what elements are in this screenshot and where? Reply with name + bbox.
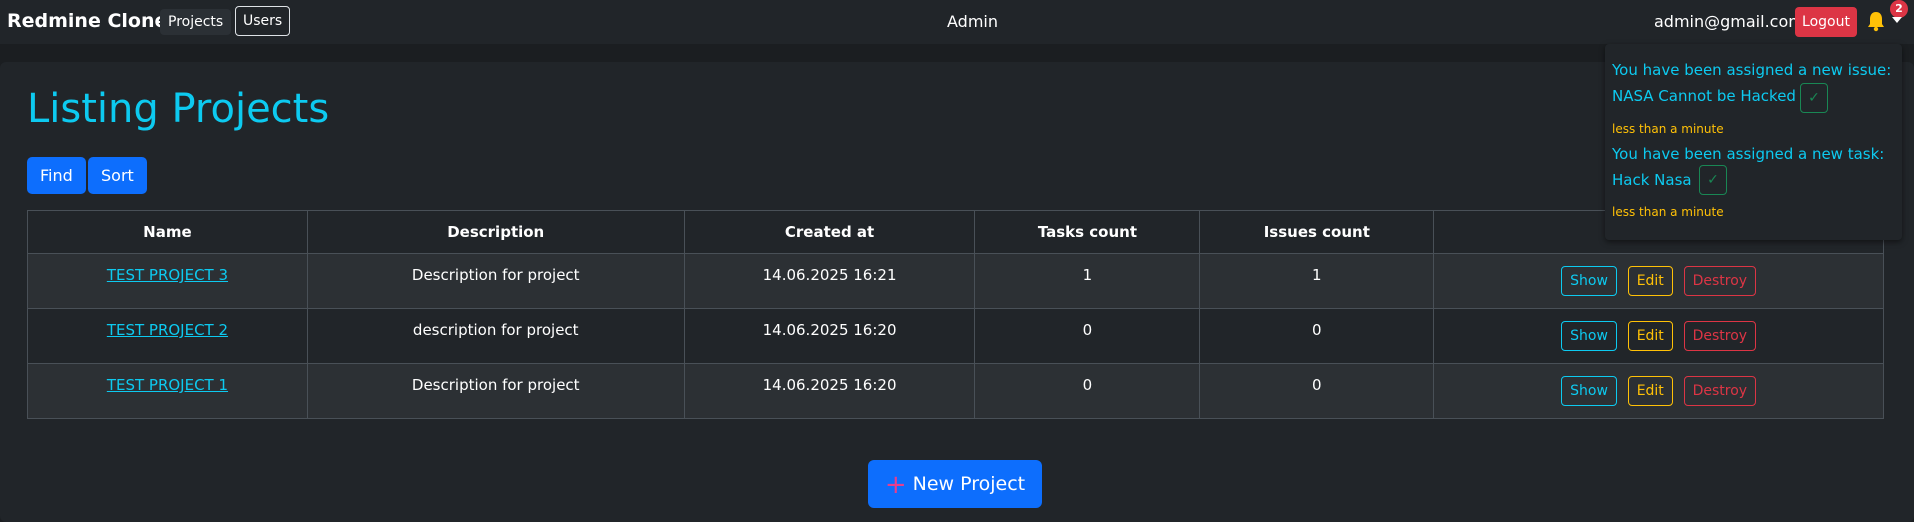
show-button[interactable]: Show: [1561, 375, 1617, 406]
bell-icon[interactable]: [1866, 10, 1886, 32]
notification-message[interactable]: You have been assigned a new issue:: [1612, 61, 1891, 79]
cell-tasks-count: 0: [974, 363, 1201, 419]
caret-down-icon[interactable]: [1892, 17, 1902, 23]
check-icon[interactable]: ✓: [1699, 165, 1727, 195]
cell-issues-count: 0: [1199, 308, 1435, 364]
nav-users-link[interactable]: Users: [235, 6, 291, 36]
cell-issues-count: 1: [1199, 253, 1435, 309]
notification-time: less than a minute: [1612, 122, 1724, 136]
destroy-button[interactable]: Destroy: [1683, 375, 1757, 406]
nav-projects-link[interactable]: Projects: [160, 9, 232, 35]
project-link[interactable]: TEST PROJECT 3: [107, 266, 228, 284]
cell-actions: Show Edit Destroy: [1433, 253, 1884, 309]
projects-table: Name Description Created at Tasks count …: [27, 210, 1884, 419]
cell-created-at: 14.06.2025 16:20: [683, 308, 976, 364]
cell-description: description for project: [306, 308, 685, 364]
cell-name: TEST PROJECT 3: [27, 253, 308, 309]
cell-created-at: 14.06.2025 16:21: [683, 253, 976, 309]
project-link[interactable]: TEST PROJECT 1: [107, 376, 228, 394]
page-title: Listing Projects: [27, 86, 330, 132]
notifications-dropdown: You have been assigned a new issue: NASA…: [1605, 44, 1902, 240]
user-email: admin@gmail.com: [1654, 12, 1804, 31]
plus-icon: +: [884, 470, 907, 500]
notification-count-badge: 2: [1890, 0, 1908, 18]
cell-created-at: 14.06.2025 16:20: [683, 363, 976, 419]
show-button[interactable]: Show: [1561, 320, 1617, 351]
notification-time: less than a minute: [1612, 205, 1724, 219]
notification-subject[interactable]: Hack Nasa: [1612, 171, 1692, 189]
column-header-created-at: Created at: [683, 210, 976, 254]
destroy-button[interactable]: Destroy: [1683, 265, 1757, 296]
column-header-issues-count: Issues count: [1199, 210, 1435, 254]
edit-button[interactable]: Edit: [1627, 265, 1673, 296]
table-row: TEST PROJECT 2 description for project 1…: [27, 308, 1884, 364]
cell-actions: Show Edit Destroy: [1433, 363, 1884, 419]
column-header-tasks-count: Tasks count: [974, 210, 1201, 254]
column-header-description: Description: [306, 210, 685, 254]
cell-issues-count: 0: [1199, 363, 1435, 419]
cell-tasks-count: 1: [974, 253, 1201, 309]
column-header-name: Name: [27, 210, 308, 254]
notification-subject[interactable]: NASA Cannot be Hacked: [1612, 87, 1796, 105]
cell-tasks-count: 0: [974, 308, 1201, 364]
cell-description: Description for project: [306, 253, 685, 309]
find-button[interactable]: Find: [27, 157, 86, 194]
notification-message[interactable]: You have been assigned a new task:: [1612, 145, 1884, 163]
check-icon[interactable]: ✓: [1800, 83, 1828, 113]
cell-name: TEST PROJECT 1: [27, 363, 308, 419]
project-link[interactable]: TEST PROJECT 2: [107, 321, 228, 339]
nav-role-label: Admin: [947, 12, 998, 31]
edit-button[interactable]: Edit: [1627, 320, 1673, 351]
cell-name: TEST PROJECT 2: [27, 308, 308, 364]
destroy-button[interactable]: Destroy: [1683, 320, 1757, 351]
table-row: TEST PROJECT 3 Description for project 1…: [27, 253, 1884, 309]
show-button[interactable]: Show: [1561, 265, 1617, 296]
cell-description: Description for project: [306, 363, 685, 419]
new-project-button[interactable]: + New Project: [868, 460, 1042, 508]
cell-actions: Show Edit Destroy: [1433, 308, 1884, 364]
brand[interactable]: Redmine Clone: [7, 10, 167, 32]
table-row: TEST PROJECT 1 Description for project 1…: [27, 363, 1884, 419]
logout-button[interactable]: Logout: [1795, 7, 1857, 37]
new-project-label: New Project: [912, 473, 1026, 495]
edit-button[interactable]: Edit: [1627, 375, 1673, 406]
navbar: Redmine Clone Projects Users Admin admin…: [0, 0, 1914, 44]
sort-button[interactable]: Sort: [88, 157, 147, 194]
